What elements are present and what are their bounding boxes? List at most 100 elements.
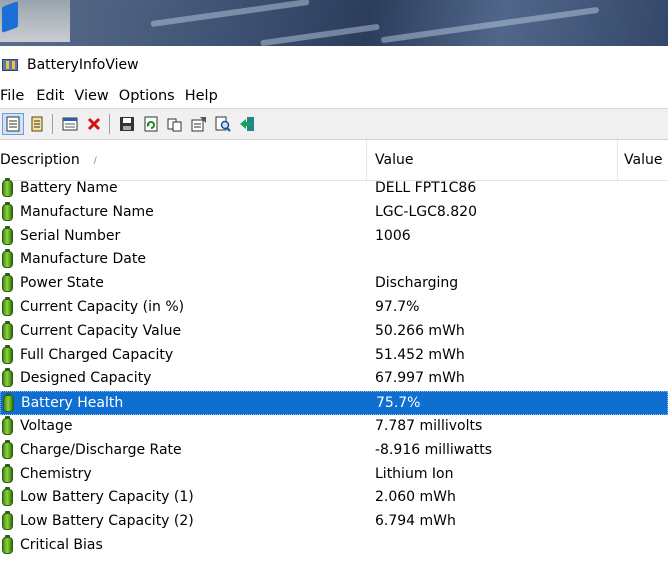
battery-icon bbox=[2, 178, 13, 197]
cloud-streak bbox=[380, 6, 600, 44]
battery-info-list[interactable]: Description / Value Value Battery Name DEL… bbox=[0, 140, 668, 565]
row-description: Power State bbox=[20, 275, 104, 292]
row-description: Designed Capacity bbox=[20, 370, 152, 387]
title-bar[interactable]: BatteryInfoView bbox=[0, 46, 668, 84]
list-row[interactable]: Full Charged Capacity 51.452 mWh bbox=[0, 344, 668, 368]
row-value: LGC-LGC8.820 bbox=[375, 203, 477, 220]
row-value: DELL FPT1C86 bbox=[375, 180, 477, 196]
column-header-value-2-label: Value bbox=[624, 152, 663, 168]
properties-window-button[interactable] bbox=[59, 113, 81, 135]
row-description: Charge/Discharge Rate bbox=[20, 441, 182, 458]
menu-help[interactable]: Help bbox=[185, 85, 226, 107]
row-value: 2.060 mWh bbox=[375, 489, 456, 506]
list-row[interactable]: Critical Bias bbox=[0, 534, 668, 558]
find-icon bbox=[215, 116, 231, 132]
row-description: Full Charged Capacity bbox=[20, 346, 174, 363]
row-value: 97.7% bbox=[375, 298, 420, 315]
row-value: 51.452 mWh bbox=[375, 346, 465, 363]
options-button[interactable] bbox=[188, 113, 210, 135]
battery-icon bbox=[2, 225, 13, 245]
refresh-icon bbox=[144, 116, 158, 132]
row-value: 67.997 mWh bbox=[375, 370, 465, 387]
list-row[interactable]: Current Capacity (in %) 97.7% bbox=[0, 296, 668, 320]
find-button[interactable] bbox=[212, 113, 234, 135]
row-value: 50.266 mWh bbox=[375, 322, 465, 339]
list-row[interactable]: Power State Discharging bbox=[0, 272, 668, 296]
row-description: Manufacture Name bbox=[20, 203, 154, 220]
row-description: Battery Health bbox=[21, 395, 124, 412]
html-report-button[interactable] bbox=[2, 113, 24, 135]
copy-icon bbox=[167, 118, 182, 132]
row-value: 75.7% bbox=[376, 395, 421, 412]
sort-ascending-icon: / bbox=[93, 156, 97, 166]
copy-button[interactable] bbox=[164, 113, 186, 135]
list-row[interactable]: Serial Number 1006 bbox=[0, 225, 668, 249]
row-description: Manufacture Date bbox=[20, 251, 146, 268]
toolbar bbox=[0, 108, 668, 140]
save-icon bbox=[120, 117, 134, 131]
properties-window-icon bbox=[62, 117, 78, 131]
delete-button[interactable] bbox=[83, 113, 105, 135]
battery-icon bbox=[3, 393, 14, 413]
row-value: 6.794 mWh bbox=[375, 513, 456, 530]
battery-icon bbox=[2, 249, 13, 269]
exit-button[interactable] bbox=[236, 113, 258, 135]
text-report-button[interactable] bbox=[26, 113, 48, 135]
list-row[interactable]: Designed Capacity 67.997 mWh bbox=[0, 367, 668, 391]
list-header: Description / Value Value bbox=[0, 140, 668, 181]
exit-icon bbox=[240, 117, 254, 131]
window-title: BatteryInfoView bbox=[27, 57, 139, 73]
battery-icon bbox=[2, 463, 13, 483]
text-report-icon bbox=[31, 116, 43, 132]
row-value: 1006 bbox=[375, 227, 411, 244]
list-row[interactable]: Chemistry Lithium Ion bbox=[0, 463, 668, 487]
list-row[interactable]: Low Battery Capacity (2) 6.794 mWh bbox=[0, 510, 668, 534]
battery-icon bbox=[2, 320, 13, 340]
cloud-streak bbox=[150, 0, 310, 28]
battery-icon bbox=[2, 439, 13, 459]
row-description: Chemistry bbox=[20, 465, 92, 482]
toolbar-separator bbox=[52, 114, 53, 134]
row-value: Discharging bbox=[375, 275, 459, 292]
list-row[interactable]: Low Battery Capacity (1) 2.060 mWh bbox=[0, 486, 668, 510]
row-description: Voltage bbox=[20, 417, 73, 434]
list-row[interactable]: Voltage 7.787 millivolts bbox=[0, 415, 668, 439]
battery-icon bbox=[2, 534, 13, 554]
list-row[interactable]: Current Capacity Value 50.266 mWh bbox=[0, 320, 668, 344]
battery-icon bbox=[2, 511, 13, 531]
list-row[interactable]: Battery Health 75.7% bbox=[0, 391, 668, 415]
battery-icon bbox=[2, 296, 13, 316]
options-icon bbox=[191, 117, 206, 132]
column-header-value-2[interactable]: Value bbox=[618, 140, 668, 180]
battery-icon bbox=[2, 487, 13, 507]
row-description: Battery Name bbox=[20, 180, 118, 196]
menu-file[interactable]: File bbox=[0, 85, 32, 107]
battery-icon bbox=[2, 344, 13, 364]
row-description: Current Capacity (in %) bbox=[20, 298, 185, 315]
list-row[interactable]: Charge/Discharge Rate -8.916 milliwatts bbox=[0, 439, 668, 463]
battery-icon bbox=[2, 273, 13, 293]
save-button[interactable] bbox=[116, 113, 138, 135]
column-header-description-label: Description bbox=[0, 152, 80, 168]
column-header-value[interactable]: Value bbox=[367, 140, 618, 180]
list-row[interactable]: Battery Name DELL FPT1C86 bbox=[0, 177, 668, 201]
menu-view[interactable]: View bbox=[74, 85, 116, 107]
row-description: Low Battery Capacity (2) bbox=[20, 513, 194, 530]
toolbar-separator bbox=[109, 114, 110, 134]
desktop-background bbox=[0, 0, 668, 46]
column-header-description[interactable]: Description / bbox=[0, 140, 367, 180]
desktop-app-tile[interactable] bbox=[0, 0, 70, 42]
menu-edit[interactable]: Edit bbox=[36, 85, 72, 107]
list-row[interactable]: Manufacture Date bbox=[0, 248, 668, 272]
menu-bar: File Edit View Options Help bbox=[0, 84, 668, 108]
list-row[interactable]: Manufacture Name LGC-LGC8.820 bbox=[0, 201, 668, 225]
battery-icon bbox=[2, 201, 13, 221]
row-description: Critical Bias bbox=[20, 536, 103, 553]
refresh-button[interactable] bbox=[140, 113, 162, 135]
html-report-icon bbox=[6, 116, 20, 132]
delete-icon bbox=[87, 117, 101, 131]
menu-options[interactable]: Options bbox=[119, 85, 183, 107]
row-value: Lithium Ion bbox=[375, 465, 454, 482]
column-header-value-label: Value bbox=[375, 152, 414, 168]
row-description: Current Capacity Value bbox=[20, 322, 182, 339]
